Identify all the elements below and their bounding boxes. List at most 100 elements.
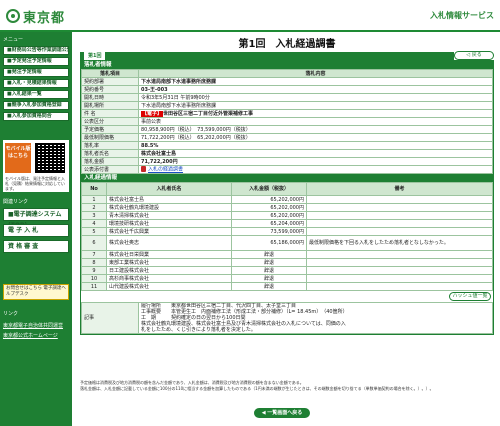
bid-note: [306, 211, 493, 220]
header: 東京都 入札情報サービス: [0, 0, 500, 32]
table-row: 8 東部工業株式会社 辞退: [81, 258, 493, 267]
result-frame: 落札者情報 落札項目 落札内容 契約部署 下水道局南部下水道事務所庶務課 契約番号 0…: [80, 60, 494, 335]
bid-number: 1: [81, 195, 107, 204]
bid-number: 9: [81, 266, 107, 275]
info-row: 開札場所 下水道局南部下水道事務所庶務課: [81, 101, 493, 110]
info-value-text: 世田谷区三宿二丁目付近外管渠補修工事: [163, 110, 254, 117]
service-name: 入札情報サービス: [430, 11, 494, 20]
bid-number: 6: [81, 235, 107, 251]
table-row: 6 株式会社奥志 65,186,000円 最低制限価格を下回る入札をしたため落札者とな…: [81, 235, 493, 251]
bid-note: [306, 219, 493, 228]
table-row: 2 株式会社鶴丸環境建設 65,202,000円: [81, 203, 493, 212]
info-value-text: 下水道局南部下水道事務所庶務課: [141, 102, 217, 109]
e-bidding-button[interactable]: 電 子 入 札: [3, 224, 69, 237]
info-value: 株式会社富士島: [138, 149, 493, 158]
pdf-icon: [141, 166, 146, 173]
bid-note: [306, 227, 493, 236]
info-key: 公表区分: [81, 117, 139, 126]
footnote-line: 落札金額は、入札金額に記載している金額に100分の110に相当する金額を加算した…: [80, 386, 434, 391]
info-value: 事前公表: [138, 117, 493, 126]
sidebar-item-planned-orders[interactable]: ■予定発注予定情報: [3, 57, 69, 66]
bid-amount: 65,202,000円: [231, 211, 307, 220]
info-row: 契約番号 03-王-003: [81, 85, 493, 94]
bid-number: 7: [81, 250, 107, 259]
bid-amount: 65,202,000円: [231, 203, 307, 212]
bid-amount: 辞退: [231, 258, 307, 267]
bid-results-table: No 入札者氏名 入札金額（税抜） 備考 1 株式会社富士島 65,202,000円…: [81, 182, 493, 291]
info-value: 80,958,900円（税込） 73,599,000円（税抜）: [138, 125, 493, 134]
info-row: 件 名【電子】世田谷区三宿二丁目付近外管渠補修工事: [81, 109, 493, 118]
bid-amount: 65,202,000円: [231, 195, 307, 204]
bid-amount: 辞退: [231, 250, 307, 259]
bid-number: 11: [81, 282, 107, 291]
info-key: 件 名: [81, 109, 139, 118]
info-value: 71,722,200円（税込） 65,202,000円（税抜）: [138, 133, 493, 142]
info-value: 下水道局南部下水道事務所庶務課: [138, 77, 493, 86]
tab-round-1[interactable]: 第1回: [84, 52, 106, 60]
bid-note: [306, 195, 493, 204]
helpdesk-inquiry-banner[interactable]: お問合せはこちら 電子調達ヘルプデスク: [3, 284, 69, 300]
bid-amount: 73,599,000円: [231, 227, 307, 236]
info-value: 88.5%: [138, 141, 493, 150]
bidder-name: 青木清掃株式会社: [106, 211, 232, 220]
bid-amount: 辞退: [231, 282, 307, 291]
sidebar-item-bid-results[interactable]: ■入札・見積結果情報: [3, 79, 69, 88]
info-row: 公表区分 事前公表: [81, 117, 493, 126]
sidebar-item-qualification[interactable]: ■競争入札参加資格登録: [3, 101, 69, 110]
info-value-text: 80,958,900円（税込） 73,599,000円（税抜）: [141, 126, 251, 133]
mobile-note: モバイル版は、発注予定情報と入札（見積）結果情報に対応しています。: [5, 176, 65, 191]
bid-number: 2: [81, 203, 107, 212]
info-value-text: 03-王-003: [141, 86, 168, 93]
back-button[interactable]: ◁ 戻る: [454, 51, 494, 60]
sidebar-item-qualification-inquiry[interactable]: ■入札参加資格問合: [3, 112, 69, 121]
bid-history-heading: 入札経過情報: [81, 174, 493, 182]
bidder-name: 株式会社奥志: [106, 235, 232, 251]
remarks-table: 記事 履行場所 東京都世田谷区三宿二丁目、代沢四丁目、太子堂三丁目 工事概要 本…: [81, 302, 493, 334]
bid-number: 8: [81, 258, 107, 267]
e-procurement-top-button[interactable]: ■電子調達システム(TOP): [3, 208, 69, 229]
sidebar-item-result-list[interactable]: ■入札結果一覧: [3, 90, 69, 99]
bid-note: [306, 282, 493, 291]
bidder-name: 環境技研株式会社: [106, 219, 232, 228]
mobile-version-button[interactable]: モバイル版はこちら: [5, 143, 31, 173]
info-row: 落札者氏名 株式会社富士島: [81, 149, 493, 158]
bid-number: 3: [81, 211, 107, 220]
info-key: 開札日時: [81, 93, 139, 102]
info-row: 落札率 88.5%: [81, 141, 493, 150]
table-row: 4 環境技研株式会社 65,204,000円: [81, 219, 493, 228]
link-tokyo-official[interactable]: 東京都公式ホームページ: [3, 332, 58, 339]
hash-list-row: ハッシュ値一覧: [81, 291, 493, 302]
col-bidder: 入札者氏名: [106, 182, 232, 196]
bid-note: [306, 250, 493, 259]
bid-note: 最低制限価格を下回る入札をしたため落札者となしなかった。: [306, 235, 493, 251]
info-value-text: 71,722,200円（税込） 65,202,000円（税抜）: [141, 134, 251, 141]
return-to-list-button[interactable]: ◀ 一覧画面へ戻る: [254, 408, 310, 418]
info-key: 契約部署: [81, 77, 139, 86]
bid-note: [306, 274, 493, 283]
hash-list-button[interactable]: ハッシュ値一覧: [449, 292, 491, 301]
info-value-text: 下水道局南部下水道事務所庶務課: [141, 78, 217, 85]
attachment-link[interactable]: 入札の経過調書: [148, 167, 183, 173]
remarks-line: 札をしたため、くじ引きにより落札者を決定した。: [141, 327, 256, 333]
qualification-review-button[interactable]: 資 格 審 査: [3, 240, 69, 253]
sidebar-item-order-schedule[interactable]: ■発注予定情報: [3, 68, 69, 77]
tokyo-logo[interactable]: 東京都: [6, 6, 65, 26]
bid-number: 10: [81, 274, 107, 283]
col-no: No: [81, 182, 107, 196]
bidder-name: 株式会社鶴丸環境建設: [106, 203, 232, 212]
info-key: 開札場所: [81, 101, 139, 110]
remarks-content: 履行場所 東京都世田谷区三宿二丁目、代沢四丁目、太子堂三丁目 工事概要 本管更生…: [138, 302, 493, 334]
links-heading: リンク: [3, 311, 19, 317]
info-value: 【電子】世田谷区三宿二丁目付近外管渠補修工事: [138, 109, 493, 118]
header-divider: [0, 30, 500, 32]
tools-heading: 関連リンク: [3, 199, 29, 205]
bidder-name: 東部工業株式会社: [106, 258, 232, 267]
sidebar-item-announcements[interactable]: ■財務局公告等作業調達公告: [3, 46, 69, 55]
bidder-name: 高杉商事株式会社: [106, 274, 232, 283]
info-value-text: 令和3年5月31日 午前9時00分: [141, 94, 210, 101]
bid-note: [306, 258, 493, 267]
info-value-text: 71,722,200円: [141, 158, 178, 165]
link-e-government[interactable]: 東京都電子自治体共同運営: [3, 322, 63, 329]
winner-info-table: 落札項目 落札内容 契約部署 下水道局南部下水道事務所庶務課 契約番号 03-王-00…: [81, 69, 493, 174]
bid-amount: 辞退: [231, 274, 307, 283]
